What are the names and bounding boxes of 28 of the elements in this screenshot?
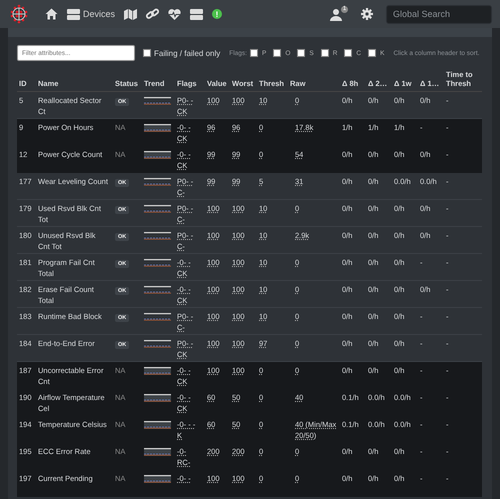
- sparkline-icon: [144, 232, 171, 240]
- sparkline-icon: [144, 313, 171, 321]
- link-icon[interactable]: [146, 8, 160, 20]
- sparkline-icon: [144, 340, 171, 348]
- sparkline-icon: [144, 151, 171, 159]
- user-icon[interactable]: [330, 8, 344, 20]
- server-icon: [67, 8, 80, 20]
- map-icon[interactable]: [124, 8, 138, 20]
- logo-icon[interactable]: [8, 3, 30, 25]
- devices-link[interactable]: Devices: [67, 8, 116, 20]
- sparkline-icon: [144, 286, 171, 294]
- sparkline-icon: [144, 259, 171, 267]
- failing-only-checkbox[interactable]: Failing / failed only: [143, 48, 220, 58]
- sparkline-icon: [144, 178, 171, 186]
- sparkline-icon: [144, 475, 171, 483]
- settings-icon[interactable]: [361, 8, 373, 20]
- sparkline-icon: [144, 367, 171, 375]
- sparkline-icon: [144, 448, 171, 456]
- sparkline-icon: [144, 124, 171, 132]
- search-field[interactable]: Global Search: [386, 4, 492, 24]
- sparkline-icon: [144, 421, 171, 429]
- server-icon[interactable]: [190, 8, 204, 20]
- sparkline-icon: [144, 394, 171, 402]
- sparkline-icon: [144, 205, 171, 213]
- home-icon[interactable]: [45, 8, 58, 20]
- heartbeat-icon[interactable]: [168, 8, 182, 20]
- sparkline-icon: [144, 97, 171, 105]
- devices-label: Devices: [83, 9, 116, 19]
